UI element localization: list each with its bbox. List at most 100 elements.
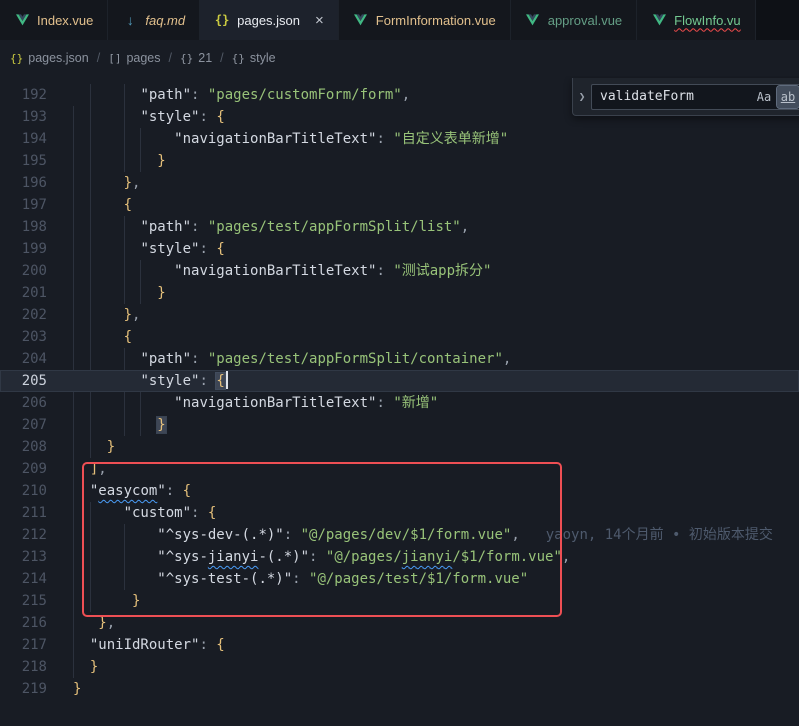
toggle-replace-icon[interactable]: ❯: [573, 82, 591, 111]
breadcrumb-item-style[interactable]: {}style: [232, 51, 276, 65]
tab-approval-vue[interactable]: approval.vue: [511, 0, 637, 40]
code-content[interactable]: }: [47, 436, 115, 458]
code-content[interactable]: "^sys-test-(.*)": "@/pages/test/$1/form.…: [47, 568, 528, 590]
code-line[interactable]: 219}: [0, 678, 799, 700]
code-line[interactable]: 196 },: [0, 172, 799, 194]
code-line[interactable]: 197 {: [0, 194, 799, 216]
tab-faq-md[interactable]: ↓faq.md: [108, 0, 200, 40]
tab-pages-json[interactable]: {}pages.json×: [200, 0, 339, 40]
whole-word-icon[interactable]: ab: [777, 86, 799, 108]
tab-forminformation-vue[interactable]: FormInformation.vue: [339, 0, 511, 40]
code-content[interactable]: },: [47, 304, 140, 326]
find-query[interactable]: validateForm: [600, 86, 751, 108]
code-token: "^sys-dev-(.*)": [157, 527, 283, 543]
code-content[interactable]: ],: [47, 458, 107, 480]
text-cursor: [226, 371, 228, 389]
line-number: 215: [0, 590, 47, 612]
code-content[interactable]: "easycom": {: [47, 480, 191, 502]
code-line[interactable]: 217 "uniIdRouter": {: [0, 634, 799, 656]
code-token: "navigationBarTitleText": [174, 395, 376, 411]
code-content[interactable]: }: [47, 590, 140, 612]
code-line[interactable]: 201 }: [0, 282, 799, 304]
code-line[interactable]: 210 "easycom": {: [0, 480, 799, 502]
code-line[interactable]: 208 }: [0, 436, 799, 458]
code-content[interactable]: },: [47, 172, 140, 194]
code-content[interactable]: {: [47, 326, 132, 348]
code-token: {: [124, 329, 132, 345]
code-line[interactable]: 206 "navigationBarTitleText": "新增": [0, 392, 799, 414]
code-token: :: [199, 241, 216, 257]
code-token: ,: [132, 307, 140, 323]
code-content[interactable]: }: [47, 414, 166, 436]
line-number: 199: [0, 238, 47, 260]
close-icon[interactable]: ×: [315, 13, 324, 28]
code-token: {: [216, 109, 224, 125]
code-token: :: [292, 571, 309, 587]
code-content[interactable]: }: [47, 678, 81, 700]
code-token: ,: [503, 351, 511, 367]
line-number: 206: [0, 392, 47, 414]
code-line[interactable]: 211 "custom": {: [0, 502, 799, 524]
code-line[interactable]: 195 }: [0, 150, 799, 172]
code-token: [73, 505, 124, 521]
code-content[interactable]: "custom": {: [47, 502, 216, 524]
code-token: }: [107, 439, 115, 455]
code-token: [73, 329, 124, 345]
code-line[interactable]: 215 }: [0, 590, 799, 612]
code-token: [73, 483, 90, 499]
code-line[interactable]: 204 "path": "pages/test/appFormSplit/con…: [0, 348, 799, 370]
code-line[interactable]: 194 "navigationBarTitleText": "自定义表单新增": [0, 128, 799, 150]
code-content[interactable]: },: [47, 612, 115, 634]
code-token: [73, 615, 98, 631]
breadcrumb-item-21[interactable]: {}21: [180, 51, 212, 65]
line-number: 201: [0, 282, 47, 304]
code-content[interactable]: "style": {: [47, 106, 225, 128]
code-line[interactable]: 207 }: [0, 414, 799, 436]
code-line[interactable]: 199 "style": {: [0, 238, 799, 260]
tab-flowinfo-vu[interactable]: FlowInfo.vu: [637, 0, 755, 40]
code-content[interactable]: "style": {: [47, 370, 228, 392]
code-line[interactable]: 198 "path": "pages/test/appFormSplit/lis…: [0, 216, 799, 238]
code-line[interactable]: 216 },: [0, 612, 799, 634]
code-token: }: [124, 175, 132, 191]
line-number: 212: [0, 524, 47, 546]
code-content[interactable]: "path": "pages/test/appFormSplit/contain…: [47, 348, 511, 370]
code-line[interactable]: 212 "^sys-dev-(.*)": "@/pages/dev/$1/for…: [0, 524, 799, 546]
tab-index-vue[interactable]: Index.vue: [0, 0, 108, 40]
code-token: ,: [461, 219, 469, 235]
code-content[interactable]: "uniIdRouter": {: [47, 634, 225, 656]
code-content[interactable]: "path": "pages/customForm/form",: [47, 84, 410, 106]
code-line[interactable]: 218 }: [0, 656, 799, 678]
code-line[interactable]: 202 },: [0, 304, 799, 326]
code-line[interactable]: 203 {: [0, 326, 799, 348]
code-content[interactable]: }: [47, 656, 98, 678]
breadcrumb-item-pages.json[interactable]: {}pages.json: [10, 51, 89, 65]
code-token: [73, 417, 157, 433]
code-token: "style": [140, 373, 199, 389]
code-token: /$1/form.vue": [452, 549, 562, 565]
code-content[interactable]: "style": {: [47, 238, 225, 260]
code-token: [73, 659, 90, 675]
code-token: "新增": [393, 395, 438, 411]
code-content[interactable]: {: [47, 194, 132, 216]
vue-icon: [651, 12, 667, 28]
code-line[interactable]: 205 "style": {: [0, 370, 799, 392]
code-content[interactable]: }: [47, 150, 166, 172]
code-content[interactable]: }: [47, 282, 166, 304]
line-number: 192: [0, 84, 47, 106]
code-content[interactable]: "navigationBarTitleText": "新增": [47, 392, 438, 414]
code-content[interactable]: "navigationBarTitleText": "测试app拆分": [47, 260, 491, 282]
code-line[interactable]: 200 "navigationBarTitleText": "测试app拆分": [0, 260, 799, 282]
line-number: 214: [0, 568, 47, 590]
code-content[interactable]: "path": "pages/test/appFormSplit/list",: [47, 216, 469, 238]
code-line[interactable]: 213 "^sys-jianyi-(.*)": "@/pages/jianyi/…: [0, 546, 799, 568]
find-input[interactable]: validateForm Aa ab .*: [591, 84, 799, 110]
code-content[interactable]: "^sys-dev-(.*)": "@/pages/dev/$1/form.vu…: [47, 524, 773, 546]
code-content[interactable]: "^sys-jianyi-(.*)": "@/pages/jianyi/$1/f…: [47, 546, 570, 568]
code-line[interactable]: 209 ],: [0, 458, 799, 480]
code-content[interactable]: "navigationBarTitleText": "自定义表单新增": [47, 128, 508, 150]
breadcrumb-item-pages[interactable]: []pages: [108, 51, 160, 65]
match-case-icon[interactable]: Aa: [753, 86, 775, 108]
code-line[interactable]: 214 "^sys-test-(.*)": "@/pages/test/$1/f…: [0, 568, 799, 590]
editor[interactable]: 192 "path": "pages/customForm/form",193 …: [0, 76, 799, 726]
